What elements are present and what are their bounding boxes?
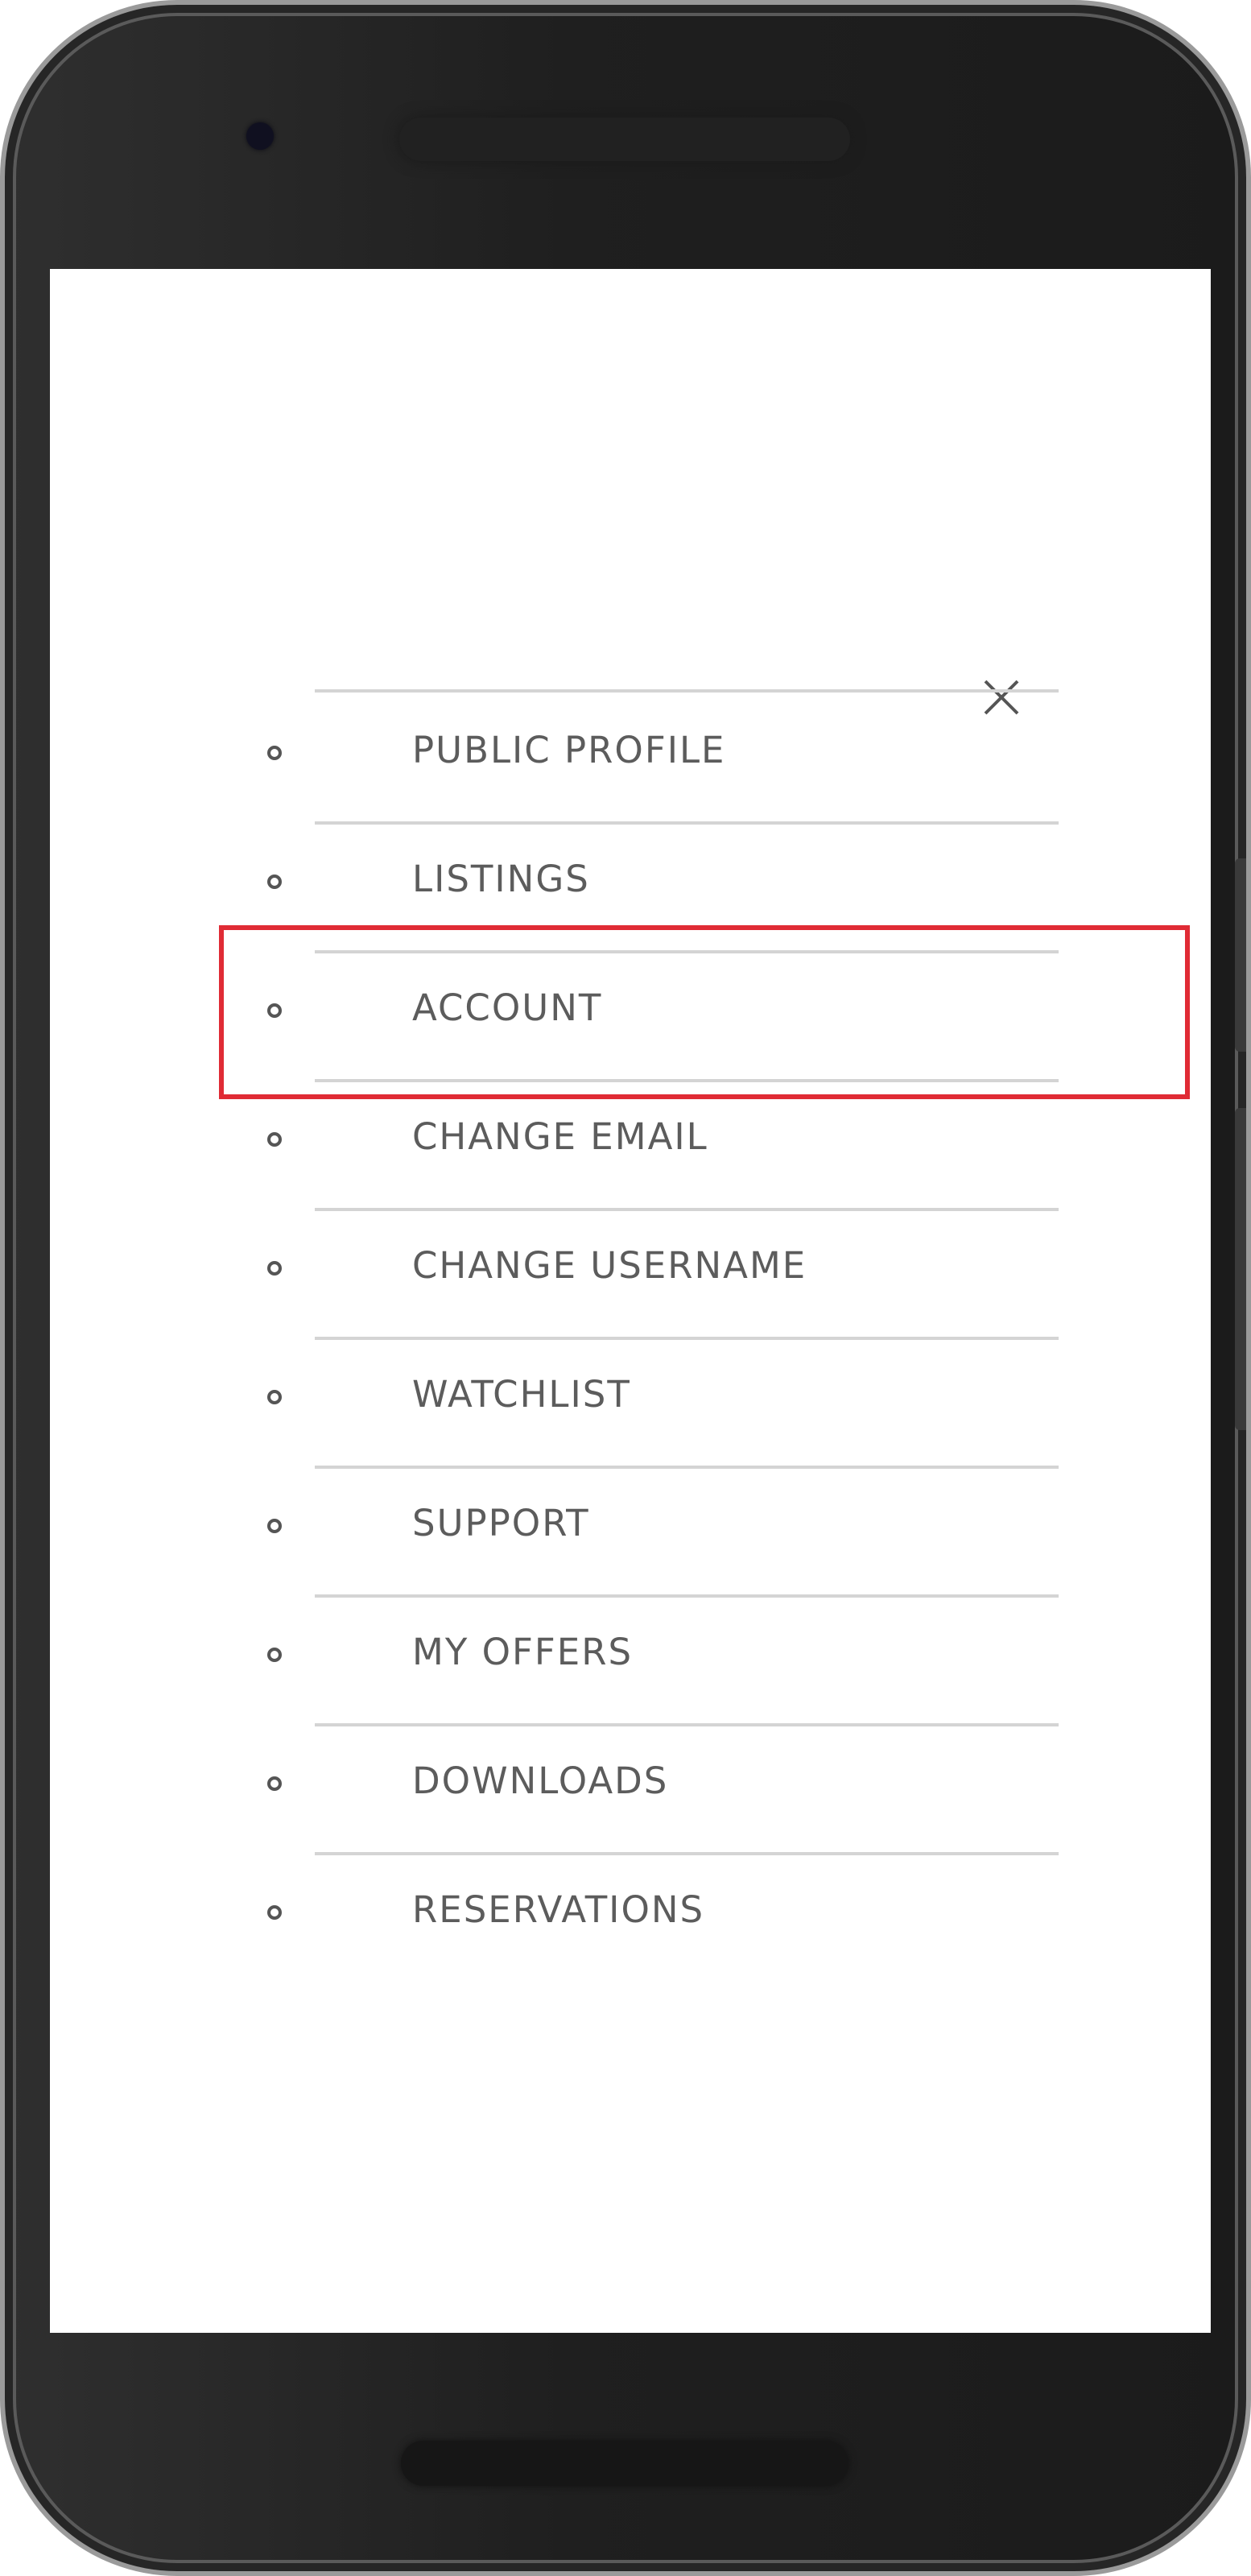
menu-item-label: SUPPORT [412, 1502, 590, 1544]
menu-item-public-profile[interactable]: PUBLIC PROFILE [50, 693, 1211, 825]
menu-item-change-username[interactable]: CHANGE USERNAME [50, 1208, 1211, 1340]
menu-item-label: RESERVATIONS [412, 1888, 705, 1931]
bullet-icon [267, 1905, 282, 1920]
volume-button [1235, 858, 1246, 1052]
menu-item-label: CHANGE EMAIL [412, 1115, 708, 1158]
earpiece-speaker [399, 118, 850, 161]
power-button [1235, 1108, 1246, 1430]
account-menu: PUBLIC PROFILE LISTINGS ACCOUNT CHANGE E… [50, 693, 1211, 2227]
account-menu-list: PUBLIC PROFILE LISTINGS ACCOUNT CHANGE E… [50, 693, 1211, 1981]
bullet-icon [267, 746, 282, 760]
menu-item-change-email[interactable]: CHANGE EMAIL [50, 1079, 1211, 1211]
menu-item-label: MY OFFERS [412, 1631, 634, 1673]
menu-item-label: CHANGE USERNAME [412, 1244, 807, 1287]
front-camera [246, 122, 274, 150]
menu-item-label: PUBLIC PROFILE [412, 729, 726, 771]
menu-item-label: DOWNLOADS [412, 1759, 669, 1802]
menu-item-downloads[interactable]: DOWNLOADS [50, 1723, 1211, 1855]
menu-item-account[interactable]: ACCOUNT [50, 950, 1211, 1082]
menu-item-support[interactable]: SUPPORT [50, 1466, 1211, 1598]
bottom-speaker [401, 2441, 848, 2486]
menu-item-label: WATCHLIST [412, 1373, 631, 1416]
menu-item-listings[interactable]: LISTINGS [50, 821, 1211, 953]
bullet-icon [267, 1519, 282, 1533]
bullet-icon [267, 1132, 282, 1147]
bullet-icon [267, 1261, 282, 1276]
menu-item-my-offers[interactable]: MY OFFERS [50, 1594, 1211, 1726]
app-screen: PUBLIC PROFILE LISTINGS ACCOUNT CHANGE E… [50, 269, 1211, 2333]
menu-item-reservations[interactable]: RESERVATIONS [50, 1852, 1211, 1981]
menu-item-label: LISTINGS [412, 858, 590, 900]
bullet-icon [267, 1390, 282, 1404]
bullet-icon [267, 875, 282, 889]
menu-item-watchlist[interactable]: WATCHLIST [50, 1337, 1211, 1469]
menu-item-label: ACCOUNT [412, 986, 603, 1029]
bullet-icon [267, 1003, 282, 1018]
bullet-icon [267, 1776, 282, 1791]
phone-frame: PUBLIC PROFILE LISTINGS ACCOUNT CHANGE E… [0, 0, 1251, 2576]
bullet-icon [267, 1648, 282, 1662]
